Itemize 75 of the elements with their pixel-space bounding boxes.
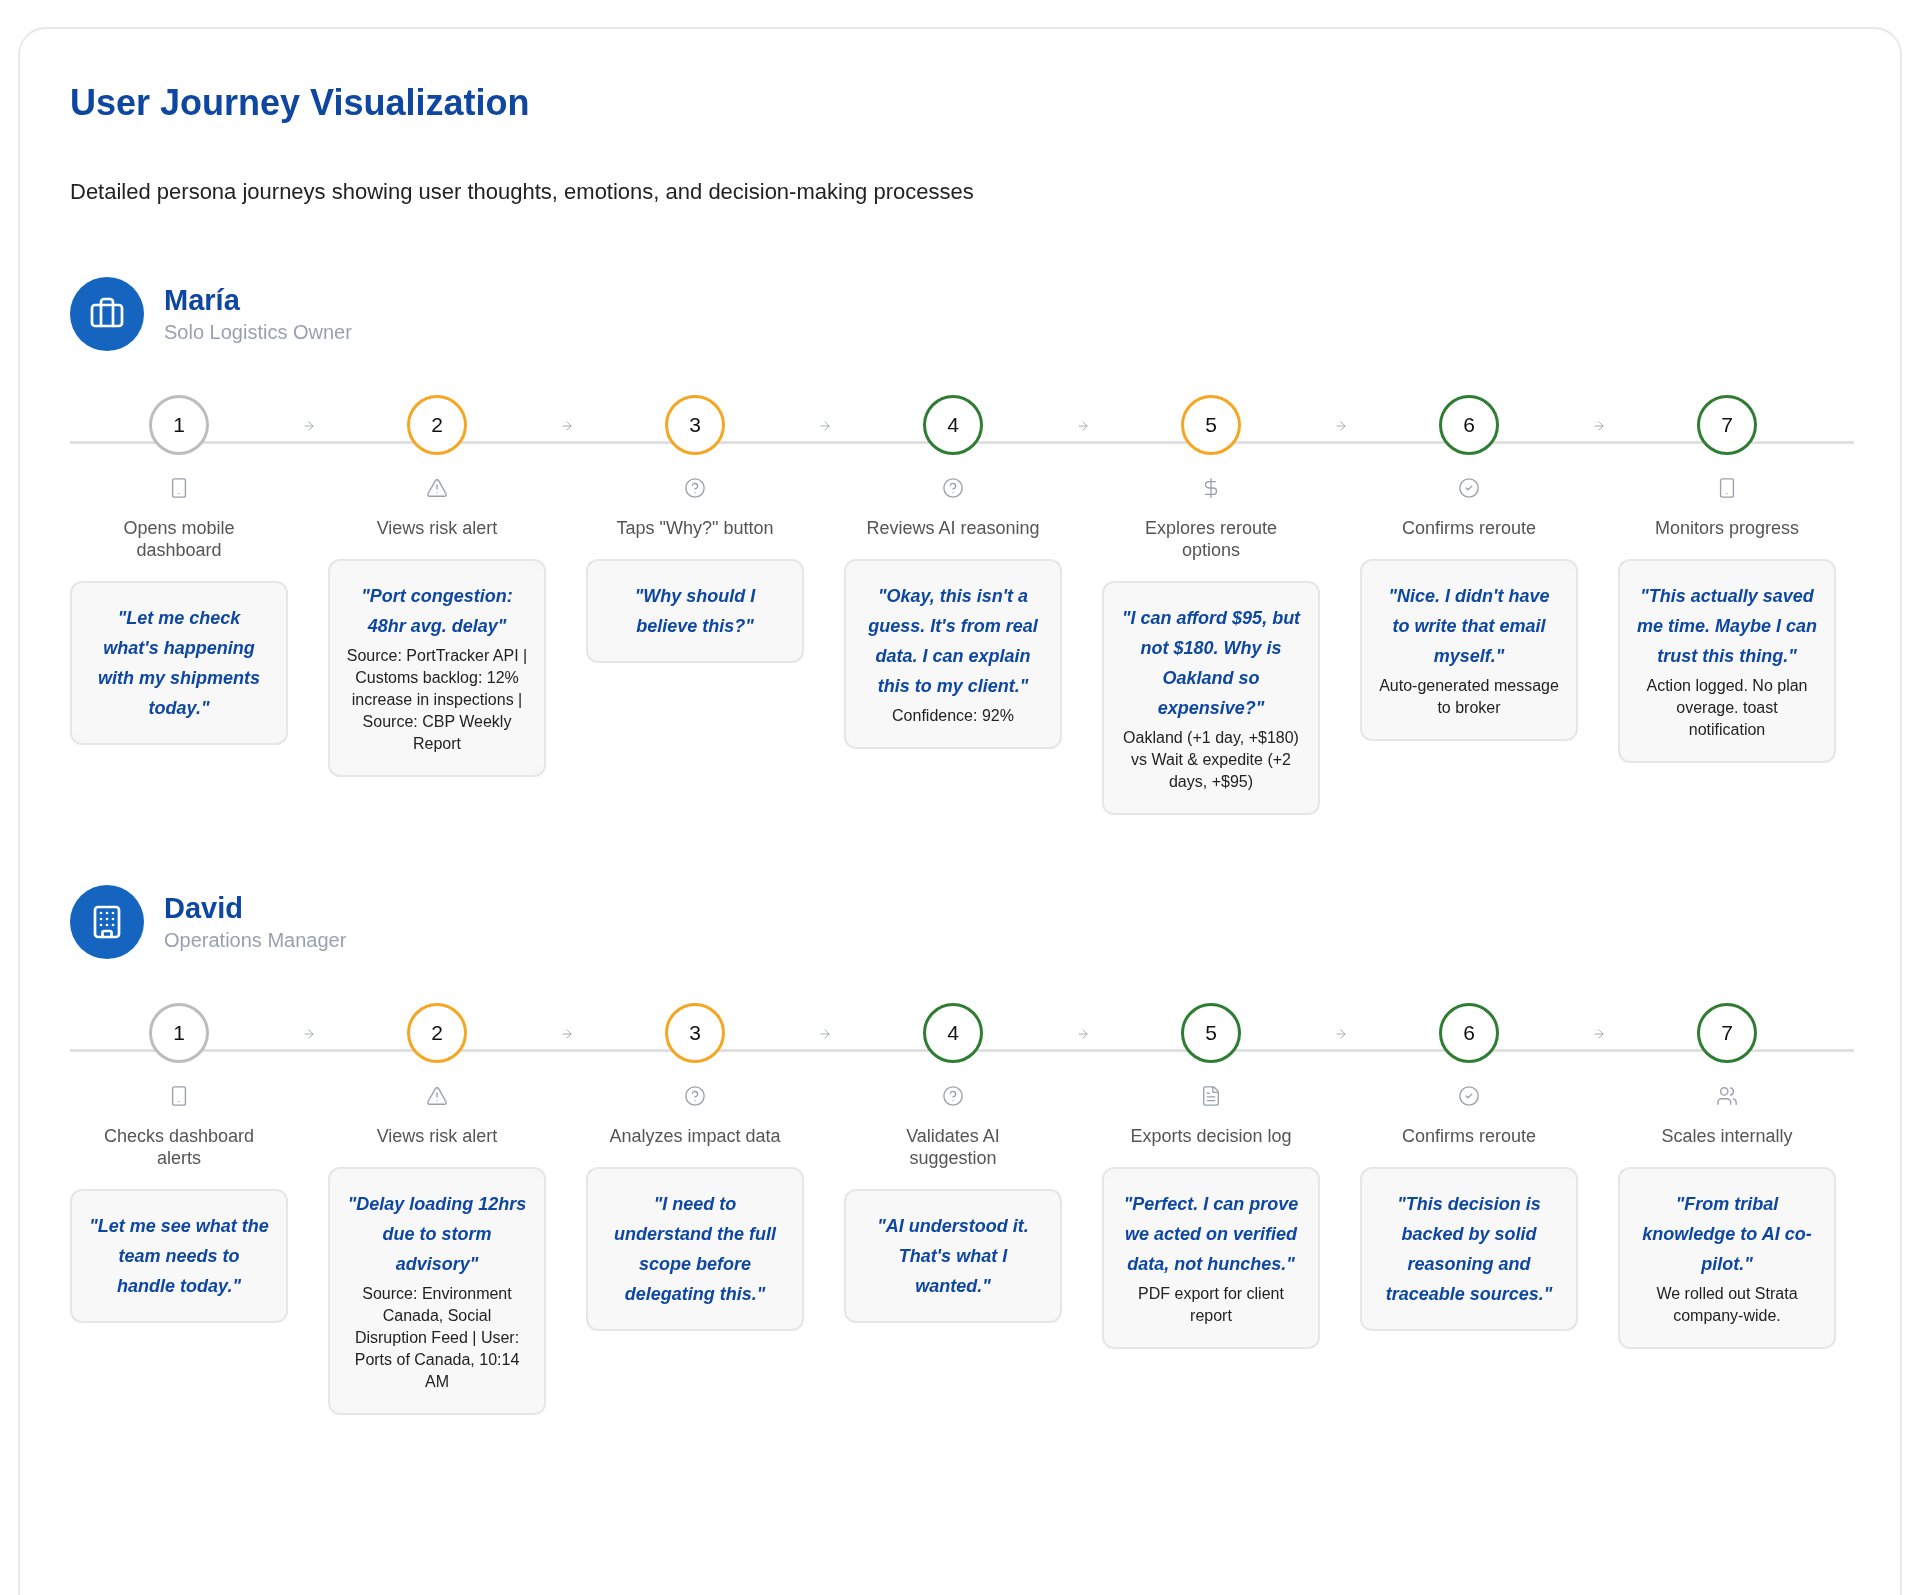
quote-text: "I need to understand the full scope before delegating this." xyxy=(613,1193,778,1306)
arrow-icon xyxy=(560,419,574,433)
quote-text: "Delay loading 12hrs due to storm advisory" xyxy=(346,1193,528,1276)
warning-icon xyxy=(426,477,448,499)
arrow-icon xyxy=(1334,1027,1348,1041)
arrow-icon xyxy=(1592,1027,1606,1041)
question-icon xyxy=(684,477,706,499)
step-label: Confirms reroute xyxy=(1400,517,1537,539)
quote-text: "Let me check what's happening with my shipments today." xyxy=(97,607,261,720)
step-label: Explores reroute options xyxy=(1143,517,1279,561)
step-label: Monitors progress xyxy=(1653,517,1801,539)
step-label: Analyzes impact data xyxy=(608,1125,782,1147)
quote-text: "Nice. I didn't have to write that email myself." xyxy=(1387,585,1551,668)
step-number: 4 xyxy=(923,395,983,455)
step-number: 3 xyxy=(665,1003,725,1063)
step-label: Views risk alert xyxy=(375,1125,499,1147)
detail-text: PDF export for client report xyxy=(1137,1284,1285,1326)
step-label: Validates AI suggestion xyxy=(905,1125,1001,1169)
arrow-icon xyxy=(302,419,316,433)
quote-text: "Port congestion: 48hr avg. delay" xyxy=(360,585,514,638)
step-number: 7 xyxy=(1697,1003,1757,1063)
check-circle-icon xyxy=(1458,477,1480,499)
warning-icon xyxy=(426,1085,448,1107)
step-number: 2 xyxy=(407,1003,467,1063)
step-number: 5 xyxy=(1181,1003,1241,1063)
arrow-icon xyxy=(818,419,832,433)
step-number: 1 xyxy=(149,395,209,455)
people-icon xyxy=(1716,1085,1738,1107)
step-label: Reviews AI reasoning xyxy=(865,517,1041,539)
persona-name: David xyxy=(164,891,244,926)
quote-text: "This actually saved me time. Maybe I can trust this thing." xyxy=(1636,585,1818,668)
step-number: 7 xyxy=(1697,395,1757,455)
step-label: Taps "Why?" button xyxy=(615,517,775,539)
arrow-icon xyxy=(302,1027,316,1041)
quote-text: "Let me see what the team needs to handle today." xyxy=(88,1215,270,1298)
step-number: 6 xyxy=(1439,1003,1499,1063)
arrow-icon xyxy=(1076,1027,1090,1041)
detail-text: Auto-generated message to broker xyxy=(1378,676,1560,718)
quote-text: "Okay, this isn't a guess. It's from real data. I can explain this to my client." xyxy=(867,585,1039,698)
question-icon xyxy=(684,1085,706,1107)
step-number: 1 xyxy=(149,1003,209,1063)
detail-text: We rolled out Strata company-wide. xyxy=(1655,1284,1799,1326)
step-number: 6 xyxy=(1439,395,1499,455)
step-label: Views risk alert xyxy=(375,517,499,539)
quote-text: "This decision is backed by solid reasoning and traceable sources." xyxy=(1384,1193,1554,1306)
step-label: Scales internally xyxy=(1660,1125,1794,1147)
persona-role: Solo Logistics Owner xyxy=(164,320,352,345)
step-label: Confirms reroute xyxy=(1400,1125,1537,1147)
step-number: 5 xyxy=(1181,395,1241,455)
quote-text: "Why should I believe this?" xyxy=(633,585,757,638)
detail-text: Confidence: 92% xyxy=(892,706,1014,726)
page-title: User Journey Visualization xyxy=(70,81,531,125)
detail-text: Source: PortTracker API | Customs backlog: 12% increase in inspections | Source: CBP Weekly Report xyxy=(346,646,528,754)
arrow-icon xyxy=(560,1027,574,1041)
question-icon xyxy=(942,1085,964,1107)
page-subtitle: Detailed persona journeys showing user thoughts, emotions, and decision-making processes xyxy=(70,178,975,206)
check-circle-icon xyxy=(1458,1085,1480,1107)
quote-text: "AI understood it. That's what I wanted." xyxy=(876,1215,1030,1298)
detail-text: Action logged. No plan overage. toast notification xyxy=(1645,676,1809,740)
step-label: Exports decision log xyxy=(1129,1125,1293,1147)
persona-role: Operations Manager xyxy=(164,928,347,953)
detail-text: Oakland (+1 day, +$180) vs Wait & expedite (+2 days, +$95) xyxy=(1122,728,1300,792)
question-icon xyxy=(942,477,964,499)
step-label: Checks dashboard alerts xyxy=(102,1125,256,1169)
arrow-icon xyxy=(818,1027,832,1041)
quote-text: "Perfect. I can prove we acted on verified data, not hunches." xyxy=(1122,1193,1300,1276)
quote-text: "From tribal knowledge to AI co-pilot." xyxy=(1641,1193,1813,1276)
step-number: 4 xyxy=(923,1003,983,1063)
detail-text: Source: Environment Canada, Social Disruption Feed | User: Ports of Canada, 10:14 AM xyxy=(353,1284,521,1392)
step-number: 2 xyxy=(407,395,467,455)
persona-name: María xyxy=(164,283,241,318)
step-label: Opens mobile dashboard xyxy=(122,517,236,561)
document-icon xyxy=(1200,1085,1222,1107)
quote-text: "I can afford $95, but not $180. Why is Oakland so expensive?" xyxy=(1120,607,1302,720)
step-number: 3 xyxy=(665,395,725,455)
